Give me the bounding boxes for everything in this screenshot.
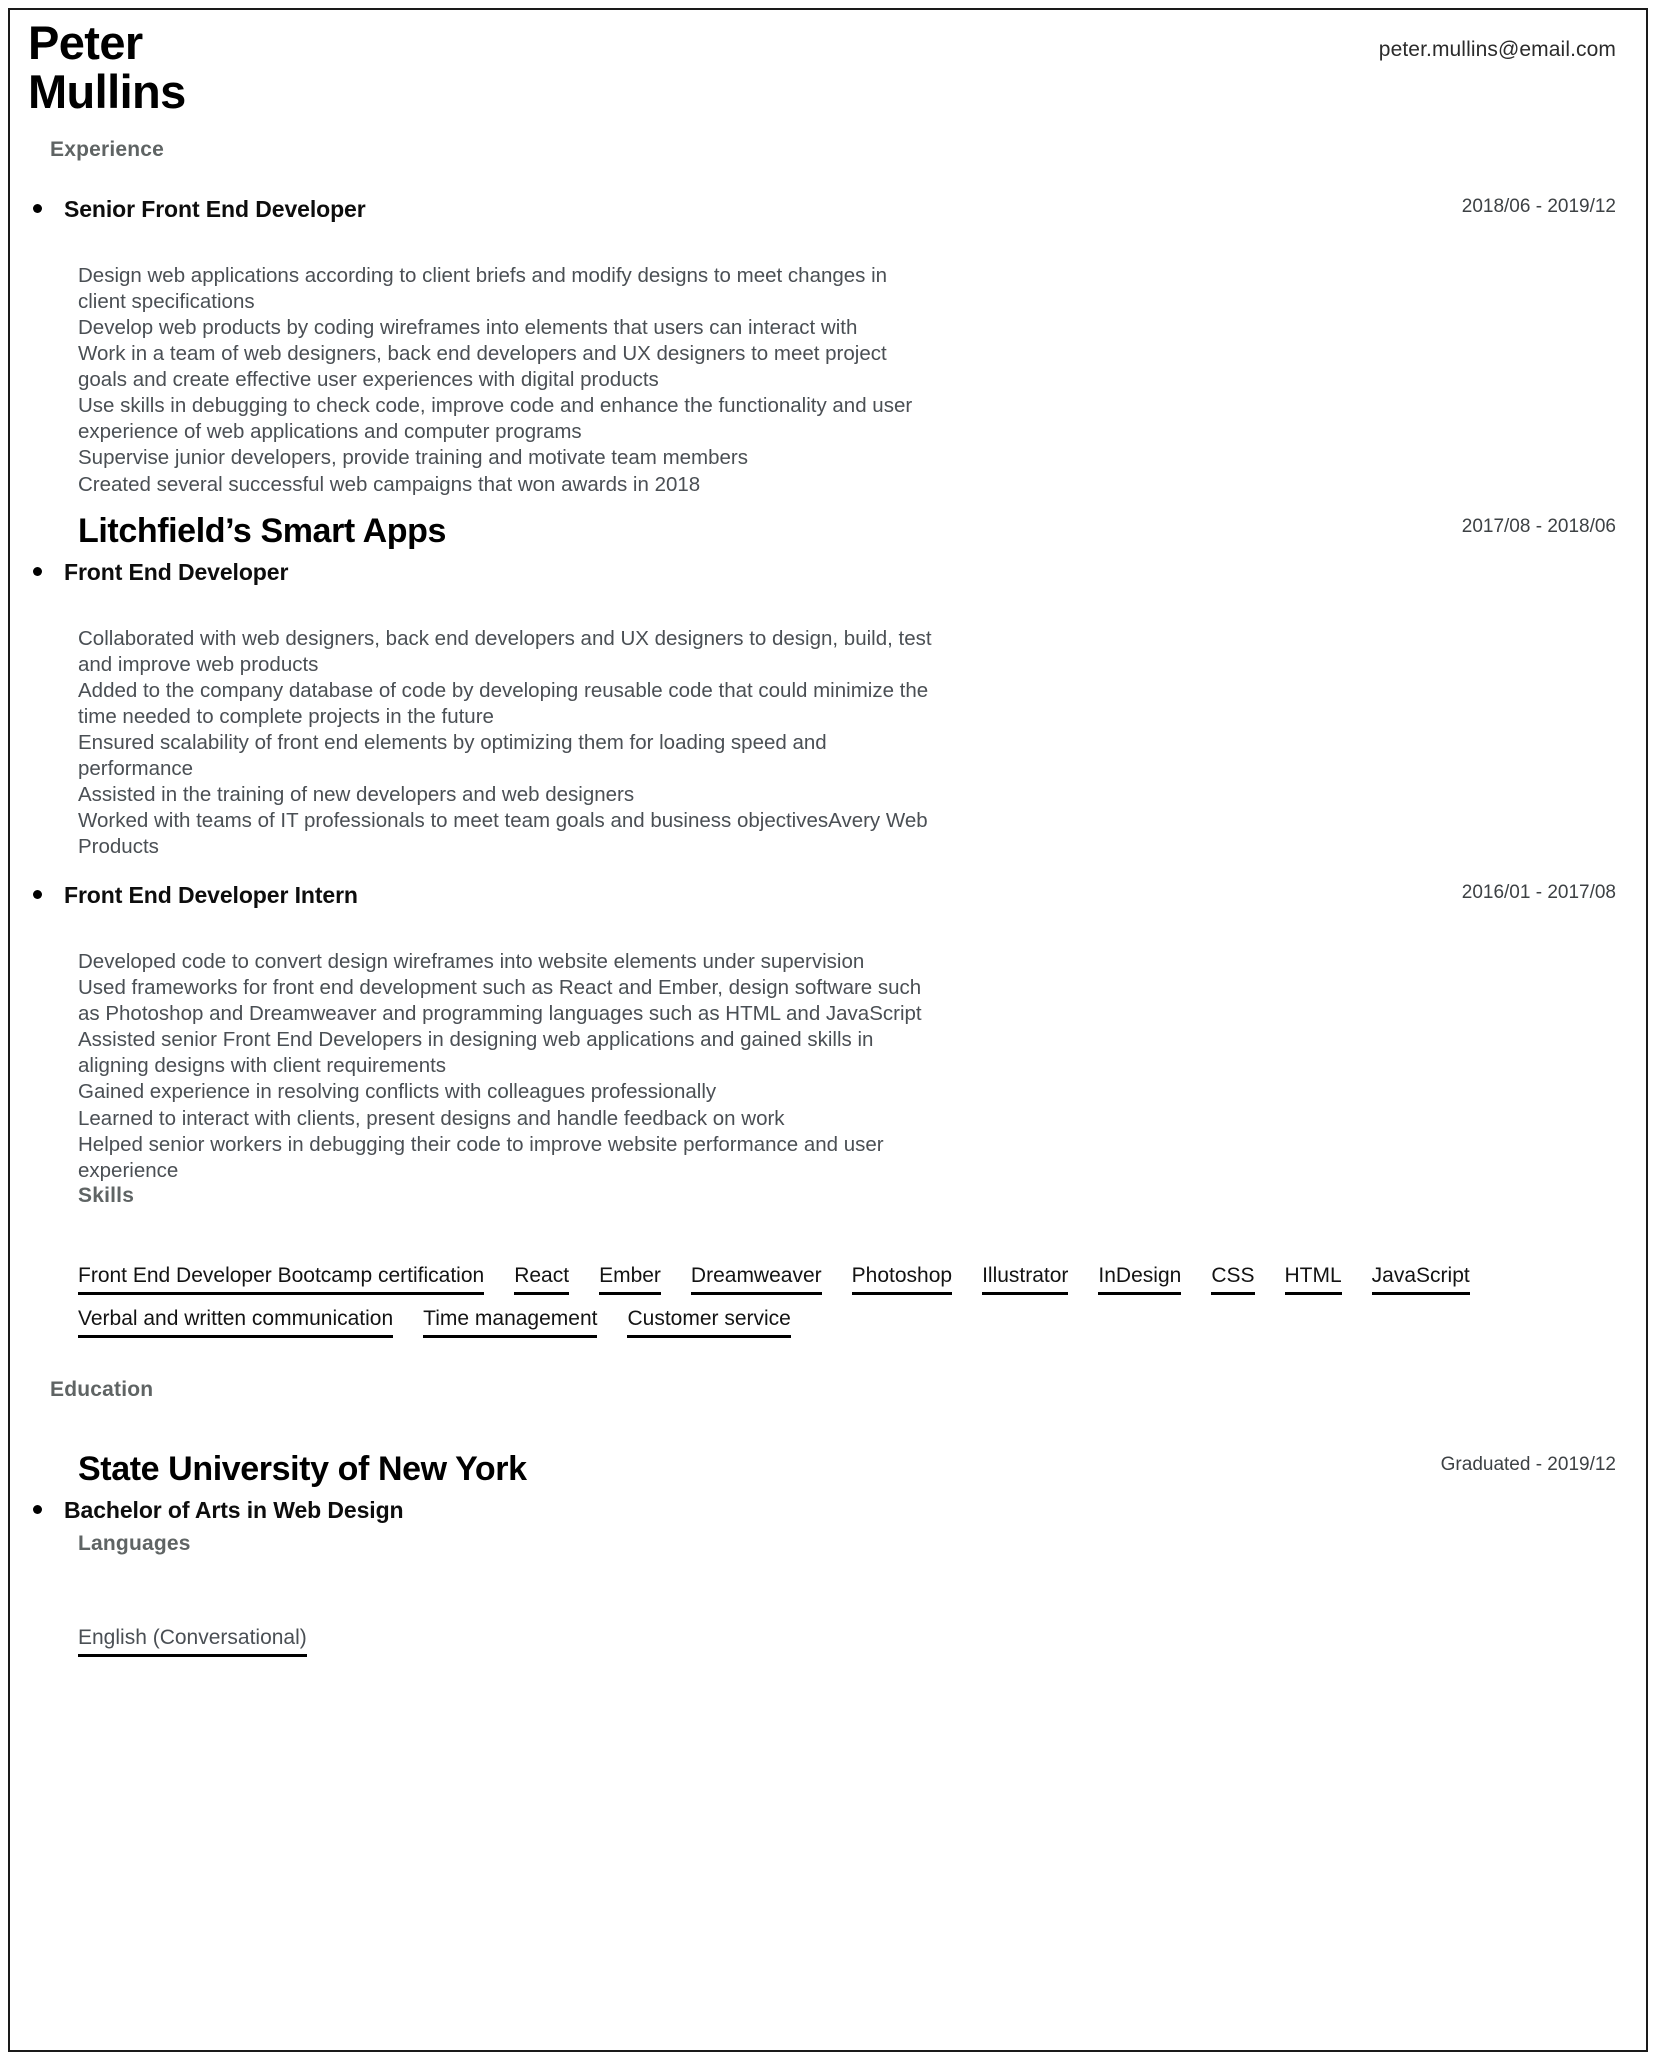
resume-page: Peter Mullins peter.mullins@email.com Ex… [0,0,1656,2060]
languages-list: English (Conversational) [28,1626,1616,1657]
skill-tag[interactable]: Front End Developer Bootcamp certificati… [78,1264,485,1295]
experience-entry-title-row: Senior Front End Developer 2018/06 - 201… [28,196,1616,223]
job-date: 2017/08 - 2018/06 [1461,515,1616,537]
skills-tag-list: Front End Developer Bootcamp certificati… [78,1264,1616,1350]
skill-tag[interactable]: Verbal and written communication [78,1307,394,1338]
job-date: 2018/06 - 2019/12 [1461,196,1616,217]
skill-tag[interactable]: JavaScript [1371,1264,1470,1295]
job-title: Front End Developer Intern [64,882,358,909]
candidate-name: Peter Mullins [28,18,1616,117]
skill-tag[interactable]: Illustrator [982,1264,1069,1295]
section-heading-experience: Experience [50,138,165,161]
company-row: Litchfield’s Smart Apps 2017/08 - 2018/0… [28,512,1616,551]
contact-email[interactable]: peter.mullins@email.com [1379,38,1616,62]
job-description: Developed code to convert design wirefra… [78,950,922,1182]
skill-tag[interactable]: React [514,1264,570,1295]
skill-tag[interactable]: Photoshop [851,1264,953,1295]
skill-tag[interactable]: HTML [1284,1264,1342,1295]
education-degree-row: Bachelor of Arts in Web Design [28,1497,1616,1524]
experience-entry-title-row: Front End Developer Intern 2016/01 - 201… [28,882,1616,909]
section-heading-languages: Languages [78,1531,191,1555]
last-name: Mullins [28,65,186,119]
degree-title: Bachelor of Arts in Web Design [64,1496,404,1523]
company-name: Litchfield’s Smart Apps [78,511,447,550]
first-name: Peter [28,16,143,69]
job-title: Front End Developer [64,558,289,585]
bullet-icon [33,1504,42,1514]
bullet-icon [33,204,42,213]
graduation-date: Graduated - 2019/12 [1440,1453,1616,1475]
section-heading-skills: Skills [78,1183,135,1207]
language-tag[interactable]: English (Conversational) [78,1626,307,1657]
bullet-icon [33,890,42,900]
experience-entry-title-row: Front End Developer [28,559,1616,586]
skill-tag[interactable]: InDesign [1098,1264,1182,1295]
bullet-icon [33,566,42,576]
skill-tag[interactable]: CSS [1211,1264,1255,1295]
job-description: Design web applications according to cli… [78,264,913,496]
job-date: 2016/01 - 2017/08 [1461,882,1616,904]
resume-content: Peter Mullins peter.mullins@email.com Ex… [0,0,1656,1657]
skill-tag[interactable]: Customer service [627,1307,791,1338]
skill-tag[interactable]: Time management [423,1307,598,1338]
section-heading-education: Education [50,1377,154,1401]
education-row: State University of New York Graduated -… [28,1450,1616,1489]
job-title: Senior Front End Developer [64,196,366,222]
school-name: State University of New York [78,1449,527,1488]
job-description: Collaborated with web designers, back en… [78,626,932,859]
resume-header: Peter Mullins peter.mullins@email.com [28,0,1616,138]
skill-tag[interactable]: Dreamweaver [690,1264,822,1295]
skill-tag[interactable]: Ember [599,1264,661,1295]
